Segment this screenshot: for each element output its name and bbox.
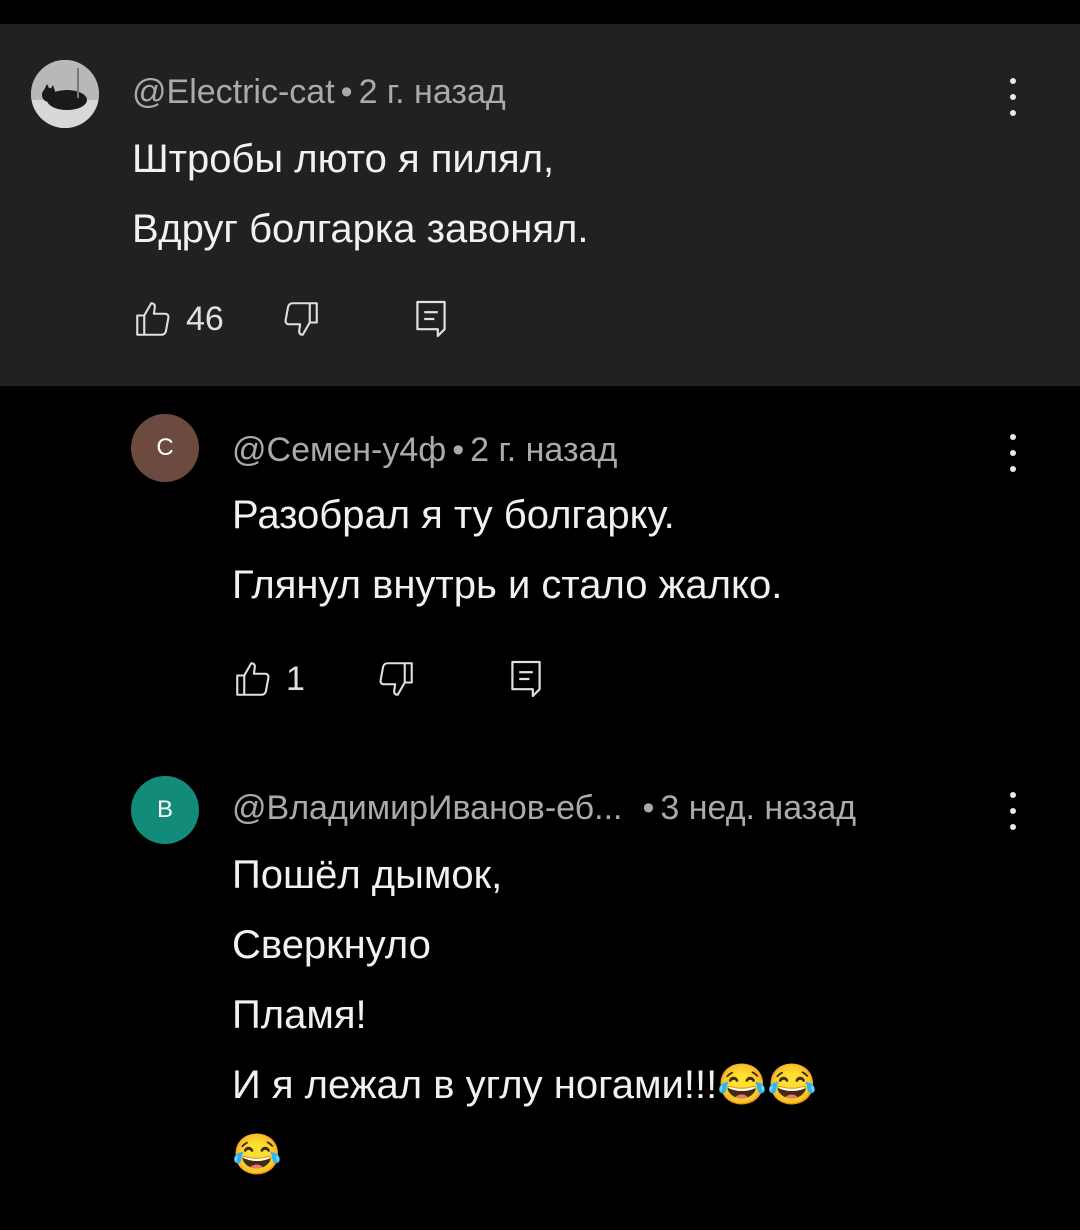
reply-comment-icon bbox=[416, 300, 446, 338]
separator-dot: • bbox=[452, 431, 465, 469]
comment-text-line: Сверкнуло bbox=[232, 923, 431, 967]
like-button[interactable]: 1 bbox=[232, 658, 305, 700]
reply-comment-icon bbox=[511, 660, 541, 698]
more-vert-icon[interactable] bbox=[1008, 792, 1018, 830]
like-button[interactable]: 46 bbox=[132, 298, 224, 340]
comment-text-line: Глянул внутрь и стало жалко. bbox=[232, 563, 783, 607]
comment-actions: 46 bbox=[132, 298, 448, 340]
avatar-letter: С bbox=[156, 434, 174, 461]
comment-actions: 1 bbox=[232, 658, 543, 700]
more-vert-icon[interactable] bbox=[1008, 78, 1018, 116]
joy-emoji: 😂 bbox=[767, 1063, 817, 1107]
top-strip bbox=[0, 0, 1080, 24]
reply-button[interactable] bbox=[414, 298, 448, 340]
joy-emoji: 😂 bbox=[717, 1063, 768, 1107]
separator-dot: • bbox=[642, 789, 655, 827]
thumb-down-icon bbox=[284, 302, 318, 336]
comment-text-line: Пошёл дымок, bbox=[232, 853, 503, 897]
like-count: 1 bbox=[286, 659, 305, 698]
avatar-letter: В bbox=[156, 796, 173, 823]
comment-age[interactable]: 2 г. назад bbox=[359, 73, 506, 111]
comment-text-line: Разобрал я ту болгарку. bbox=[232, 493, 675, 537]
comment-text-segment: И я лежал в углу ногами!!! bbox=[232, 1063, 718, 1107]
comment-text-line: Штробы люто я пилял, bbox=[132, 137, 555, 181]
reply-card: С @Семен-у4ф • 2 г. назад Разобрал я ту бо… bbox=[0, 386, 1080, 756]
reply-card: В @ВладимирИванов-еб... • 3 нед. назад Пош… bbox=[0, 756, 1080, 1230]
reply-button[interactable] bbox=[509, 658, 543, 700]
comment-age[interactable]: 2 г. назад bbox=[470, 431, 617, 469]
cat-avatar-icon bbox=[31, 60, 99, 128]
comment-text-line: 😂 bbox=[232, 1124, 282, 1186]
comment-meta: @ВладимирИванов-еб... • 3 нед. назад bbox=[232, 788, 856, 828]
joy-emoji: 😂 bbox=[232, 1133, 282, 1177]
comment-author[interactable]: @ВладимирИванов-еб... bbox=[232, 789, 623, 827]
avatar[interactable] bbox=[31, 60, 99, 128]
comment-text-line: И я лежал в углу ногами!!!😂😂 bbox=[232, 1054, 817, 1116]
comment-age[interactable]: 3 нед. назад bbox=[660, 789, 856, 827]
more-vert-icon[interactable] bbox=[1008, 434, 1018, 472]
avatar[interactable]: С bbox=[131, 414, 199, 482]
like-count: 46 bbox=[186, 299, 224, 338]
thumb-down-icon bbox=[379, 662, 413, 696]
thumb-up-icon bbox=[236, 662, 270, 696]
comment-meta: @Electric-cat • 2 г. назад bbox=[132, 72, 506, 112]
comment-meta: @Семен-у4ф • 2 г. назад bbox=[232, 430, 617, 470]
separator-dot: • bbox=[340, 73, 353, 111]
comment-text-line: Вдруг болгарка завонял. bbox=[132, 207, 589, 251]
dislike-button[interactable] bbox=[280, 298, 322, 340]
comment-author[interactable]: @Electric-cat bbox=[132, 73, 335, 111]
comment-text-line: Пламя! bbox=[232, 993, 367, 1037]
avatar[interactable]: В bbox=[131, 776, 199, 844]
comment-author[interactable]: @Семен-у4ф bbox=[232, 431, 446, 469]
comment-card: @Electric-cat • 2 г. назад Штробы люто я п… bbox=[0, 24, 1080, 386]
thumb-up-icon bbox=[136, 302, 170, 336]
dislike-button[interactable] bbox=[375, 658, 417, 700]
